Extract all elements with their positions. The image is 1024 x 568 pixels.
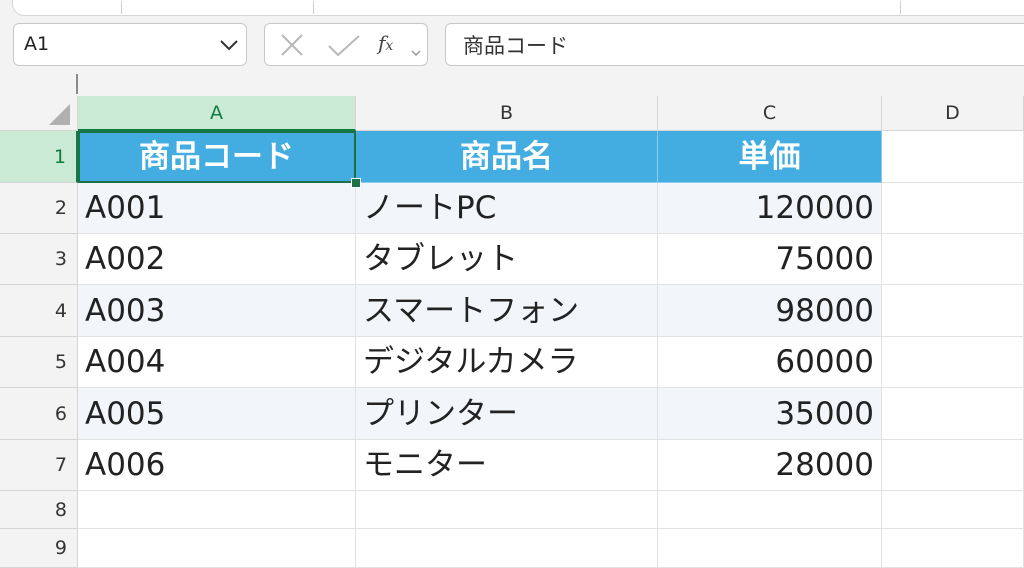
row-header-9[interactable]: 9	[0, 529, 78, 568]
enter-check-icon[interactable]	[327, 34, 361, 62]
row-header-3[interactable]: 3	[0, 234, 78, 285]
table-cell[interactable]: A005	[78, 388, 356, 440]
column-header-a[interactable]: A	[78, 96, 356, 131]
grid-cell[interactable]	[882, 183, 1024, 234]
chevron-down-icon[interactable]	[218, 37, 240, 57]
ribbon-separator	[121, 1, 122, 14]
grid-cell[interactable]	[882, 440, 1024, 491]
ribbon-separator	[900, 1, 901, 14]
table-cell[interactable]: タブレット	[356, 234, 658, 285]
table-cell[interactable]: 98000	[658, 285, 882, 337]
ribbon-panel	[12, 0, 1024, 16]
select-all-corner[interactable]	[0, 96, 78, 131]
formula-controls: fx	[264, 23, 428, 66]
grid-cell[interactable]	[658, 529, 882, 568]
column-header-b[interactable]: B	[356, 96, 658, 131]
formula-value: 商品コード	[463, 34, 568, 58]
resize-grip[interactable]	[76, 74, 78, 94]
name-box-value: A1	[24, 33, 50, 55]
ribbon-separator	[313, 1, 314, 14]
table-cell[interactable]: 120000	[658, 183, 882, 234]
grid-cell[interactable]	[882, 388, 1024, 440]
table-cell[interactable]: A003	[78, 285, 356, 337]
column-header-c[interactable]: C	[658, 96, 882, 131]
grid-cell[interactable]	[356, 491, 658, 529]
table-cell[interactable]: ノートPC	[356, 183, 658, 234]
fill-handle[interactable]	[351, 178, 361, 188]
table-header-cell[interactable]: 商品コード	[78, 131, 356, 183]
table-cell[interactable]: A002	[78, 234, 356, 285]
table-cell[interactable]: デジタルカメラ	[356, 337, 658, 388]
grid-cell[interactable]	[78, 529, 356, 568]
spreadsheet-grid: A B C D 1 2 3 4 5 6 7 8 9 商品コード 商品名 単価 A…	[0, 96, 1024, 568]
table-header-cell[interactable]: 単価	[658, 131, 882, 183]
table-cell[interactable]: 35000	[658, 388, 882, 440]
grid-cell[interactable]	[882, 337, 1024, 388]
table-cell[interactable]: A004	[78, 337, 356, 388]
table-cell[interactable]: 28000	[658, 440, 882, 491]
grid-cell[interactable]	[356, 529, 658, 568]
row-header-5[interactable]: 5	[0, 337, 78, 388]
row-header-7[interactable]: 7	[0, 440, 78, 491]
column-header-d[interactable]: D	[882, 96, 1024, 131]
cancel-x-icon[interactable]	[279, 34, 305, 62]
table-cell[interactable]: A006	[78, 440, 356, 491]
formula-input[interactable]: 商品コード	[445, 23, 1024, 66]
row-header-2[interactable]: 2	[0, 183, 78, 234]
table-cell[interactable]: モニター	[356, 440, 658, 491]
table-header-cell[interactable]: 商品名	[356, 131, 658, 183]
function-icon[interactable]: fx	[378, 31, 393, 55]
row-header-6[interactable]: 6	[0, 388, 78, 440]
grid-cell[interactable]	[882, 285, 1024, 337]
grid-cell[interactable]	[658, 491, 882, 529]
table-cell[interactable]: プリンター	[356, 388, 658, 440]
grid-cell[interactable]	[882, 234, 1024, 285]
table-cell[interactable]: 60000	[658, 337, 882, 388]
name-box[interactable]: A1	[13, 23, 247, 66]
table-cell[interactable]: スマートフォン	[356, 285, 658, 337]
row-header-1[interactable]: 1	[0, 131, 78, 183]
grid-cell[interactable]	[882, 529, 1024, 568]
grid-cell[interactable]	[882, 131, 1024, 183]
table-cell[interactable]: A001	[78, 183, 356, 234]
row-header-4[interactable]: 4	[0, 285, 78, 337]
grid-cell[interactable]	[882, 491, 1024, 529]
chevron-down-icon[interactable]	[411, 42, 421, 61]
row-header-8[interactable]: 8	[0, 491, 78, 529]
grid-cell[interactable]	[78, 491, 356, 529]
table-cell[interactable]: 75000	[658, 234, 882, 285]
